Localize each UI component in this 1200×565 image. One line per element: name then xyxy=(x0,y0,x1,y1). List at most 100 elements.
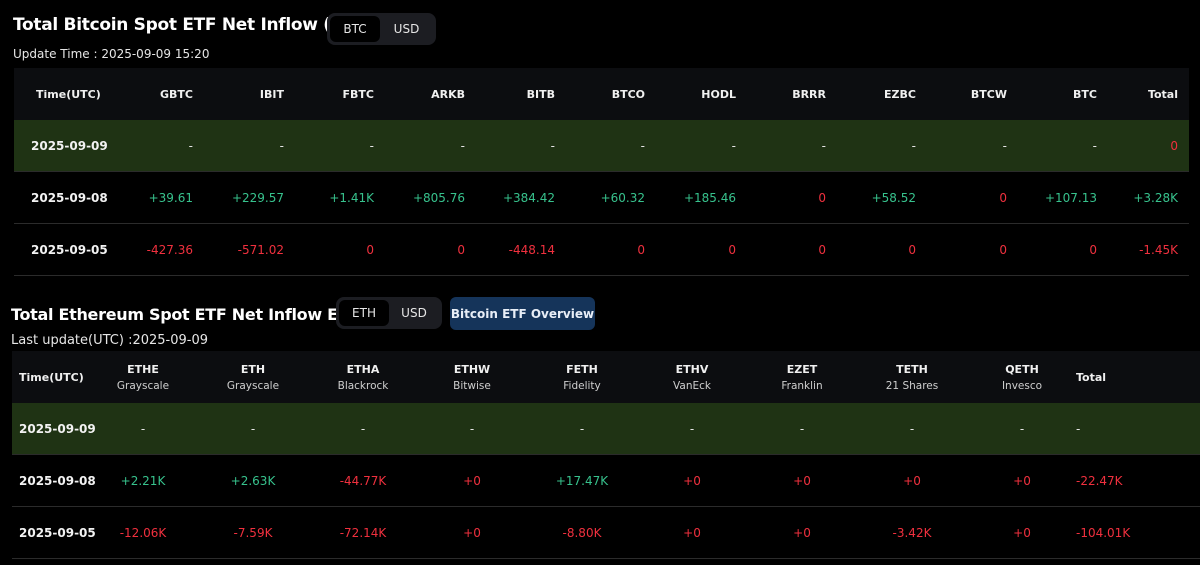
column-header-btc: BTC xyxy=(1073,87,1097,101)
table-cell: 0 xyxy=(1089,242,1097,257)
table-cell: - xyxy=(731,138,736,153)
column-header-bitb: BITB xyxy=(526,87,555,101)
column-header-brrr: BRRR xyxy=(792,87,826,101)
column-issuer: Grayscale xyxy=(226,379,280,392)
column-ticker: ETHA xyxy=(346,362,380,376)
column-issuer: Bitwise xyxy=(453,379,491,392)
table-cell: +0 xyxy=(463,525,481,540)
btc-update-time: Update Time : 2025-09-09 15:20 xyxy=(13,47,210,61)
table-cell: +0 xyxy=(683,473,701,488)
table-cell: -72.14K xyxy=(339,525,387,540)
column-header-qeth: QETH Invesco xyxy=(972,351,1072,403)
table-cell: 0 xyxy=(457,242,465,257)
table-cell: +384.42 xyxy=(502,190,555,205)
column-header-arkb: ARKB xyxy=(431,87,465,101)
column-issuer: Grayscale xyxy=(116,379,170,392)
table-cell: - xyxy=(1002,138,1007,153)
column-ticker: TETH xyxy=(896,362,928,376)
table-cell: - xyxy=(1092,138,1097,153)
eth-toggle-eth[interactable]: ETH xyxy=(339,300,389,326)
column-header-ezbc: EZBC xyxy=(884,87,916,101)
column-header-total: Total xyxy=(1147,87,1178,101)
column-issuer: Franklin xyxy=(781,379,823,392)
column-header-gbtc: GBTC xyxy=(160,87,193,101)
column-header-teth: TETH 21 Shares xyxy=(862,351,962,403)
column-header-eth: ETH Grayscale xyxy=(203,351,303,403)
table-cell: +185.46 xyxy=(683,190,736,205)
table-cell: 0 xyxy=(366,242,374,257)
btc-currency-toggle: BTC USD xyxy=(327,13,436,45)
table-cell: - xyxy=(360,421,366,436)
table-cell: - xyxy=(689,421,695,436)
table-cell: - xyxy=(821,138,826,153)
table-cell: +0 xyxy=(903,473,921,488)
table-cell: 0 xyxy=(999,242,1007,257)
eth-table-row: 2025-09-05 -12.06K -7.59K -72.14K +0 -8.80K +0… xyxy=(12,507,1200,559)
table-cell: - xyxy=(279,138,284,153)
table-cell: +0 xyxy=(1013,473,1031,488)
table-cell: - xyxy=(250,421,256,436)
table-cell: +229.57 xyxy=(231,190,284,205)
bitcoin-etf-overview-button[interactable]: Bitcoin ETF Overview xyxy=(450,297,595,330)
table-cell: 0 xyxy=(908,242,916,257)
table-cell: - xyxy=(550,138,555,153)
table-cell: -44.77K xyxy=(339,473,387,488)
table-cell: - xyxy=(469,421,475,436)
eth-table-row: 2025-09-09- - - - - - - - - - xyxy=(12,403,1200,455)
column-ticker: EZET xyxy=(786,362,818,376)
table-cell: +2.63K xyxy=(230,473,276,488)
table-cell: -3.42K xyxy=(892,525,932,540)
btc-table-header: Time(UTC) GBTC IBIT FBTC ARKB BITB BTCO HODL BRR… xyxy=(14,68,1189,120)
table-cell: +107.13 xyxy=(1044,190,1097,205)
table-cell: +60.32 xyxy=(600,190,645,205)
table-cell: -8.80K xyxy=(562,525,602,540)
column-header-btco: BTCO xyxy=(611,87,645,101)
table-cell: 0 xyxy=(999,190,1007,205)
column-header-feth: FETH Fidelity xyxy=(532,351,632,403)
btc-table-row: 2025-09-08 +39.61 +229.57 +1.41K +805.76 +384… xyxy=(14,172,1189,224)
table-cell: -7.59K xyxy=(233,525,273,540)
table-cell: 0 xyxy=(637,242,645,257)
table-cell: +0 xyxy=(683,525,701,540)
table-cell: -448.14 xyxy=(508,242,555,257)
column-ticker: ETHE xyxy=(127,362,159,376)
table-cell: -12.06K xyxy=(119,525,167,540)
column-ticker: ETHV xyxy=(675,362,709,376)
column-header-etha: ETHA Blackrock xyxy=(313,351,413,403)
table-cell: 0 xyxy=(728,242,736,257)
btc-etf-table: Time(UTC) GBTC IBIT FBTC ARKB BITB BTCO HODL BRR… xyxy=(14,68,1189,276)
table-cell: +805.76 xyxy=(412,190,465,205)
table-cell: - xyxy=(909,421,915,436)
eth-currency-toggle: ETH USD xyxy=(336,297,442,329)
eth-toggle-usd[interactable]: USD xyxy=(389,300,439,326)
column-ticker: FETH xyxy=(566,362,598,376)
column-issuer: 21 Shares xyxy=(885,379,939,392)
table-cell: -22.47K xyxy=(1076,473,1123,488)
table-cell: - xyxy=(1019,421,1025,436)
table-cell: - xyxy=(460,138,465,153)
btc-section-title: Total Bitcoin Spot ETF Net Inflow (BTC) xyxy=(13,15,375,35)
btc-toggle-btc[interactable]: BTC xyxy=(330,16,380,42)
column-header-ethe: ETHE Grayscale xyxy=(93,351,193,403)
table-cell: - xyxy=(579,421,585,436)
table-cell: -571.02 xyxy=(237,242,284,257)
column-header-fbtc: FBTC xyxy=(342,87,374,101)
table-cell: +0 xyxy=(793,473,811,488)
table-cell: +0 xyxy=(1013,525,1031,540)
column-ticker: ETH xyxy=(240,362,266,376)
btc-table-row: 2025-09-09- - - - - - - - - - -0 xyxy=(14,120,1189,172)
column-header-ethv: ETHV VanEck xyxy=(642,351,742,403)
column-issuer: Invesco xyxy=(1001,379,1043,392)
btc-table-row: 2025-09-05 -427.36 -571.02 0 0 -448.14 0 0 0 0 0 0-… xyxy=(14,224,1189,276)
column-header-ibit: IBIT xyxy=(259,87,284,101)
btc-toggle-usd[interactable]: USD xyxy=(380,16,433,42)
table-cell: - xyxy=(140,421,146,436)
column-ticker: QETH xyxy=(1005,362,1039,376)
table-cell: +0 xyxy=(793,525,811,540)
column-header-ethw: ETHW Bitwise xyxy=(422,351,522,403)
column-header-btcw: BTCW xyxy=(970,87,1007,101)
eth-table-row: 2025-09-08 +2.21K +2.63K -44.77K +0 +17.47K +0… xyxy=(12,455,1200,507)
table-cell: 0 xyxy=(1170,138,1178,153)
table-cell: - xyxy=(188,138,193,153)
table-cell: - xyxy=(1076,421,1081,436)
